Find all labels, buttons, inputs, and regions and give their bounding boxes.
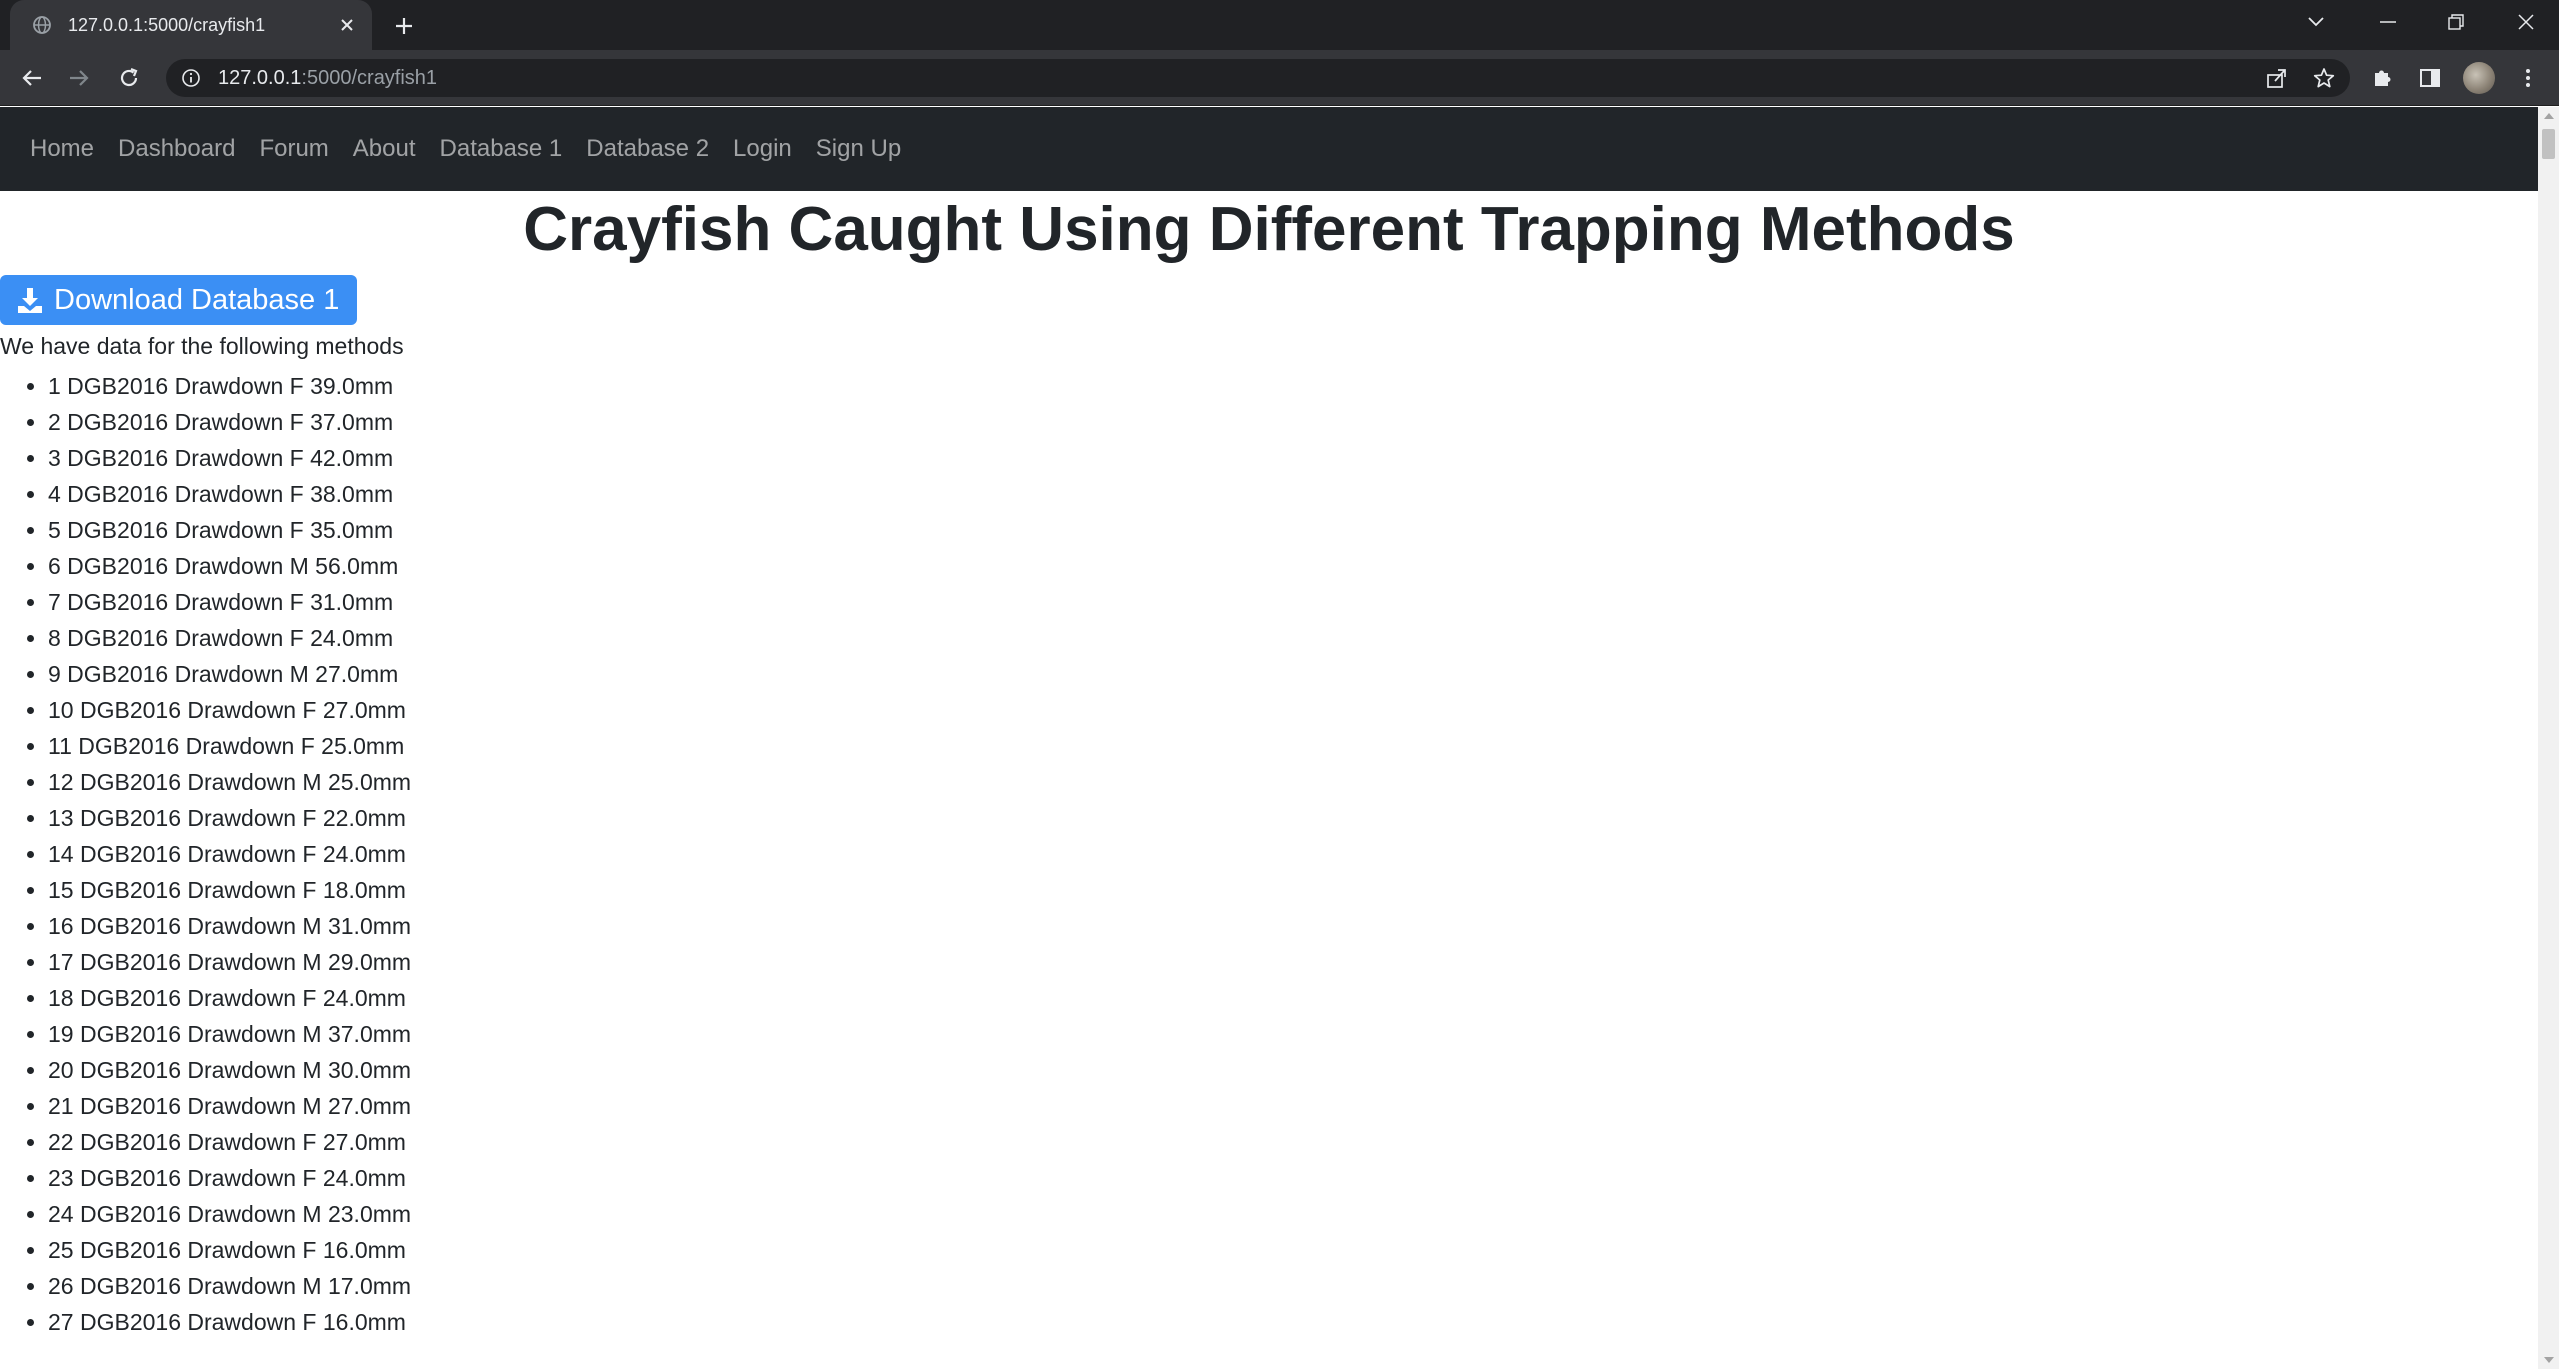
back-arrow-icon[interactable]: [15, 61, 49, 95]
list-item: 11 DGB2016 Drawdown F 25.0mm: [48, 728, 411, 764]
profile-avatar[interactable]: [2463, 62, 2495, 94]
share-icon[interactable]: [2260, 62, 2292, 94]
close-icon[interactable]: [334, 12, 360, 38]
list-item: 20 DGB2016 Drawdown M 30.0mm: [48, 1052, 411, 1088]
list-item: 12 DGB2016 Drawdown M 25.0mm: [48, 764, 411, 800]
tab-search-icon[interactable]: [2294, 6, 2338, 38]
page-scrollbar[interactable]: [2538, 107, 2559, 1369]
list-item: 2 DGB2016 Drawdown F 37.0mm: [48, 404, 411, 440]
plus-icon[interactable]: [388, 10, 420, 42]
list-item: 16 DGB2016 Drawdown M 31.0mm: [48, 908, 411, 944]
nav-login[interactable]: Login: [733, 135, 792, 163]
browser-tabstrip: 127.0.0.1:5000/crayfish1: [0, 0, 2559, 50]
star-icon[interactable]: [2308, 62, 2340, 94]
scroll-up-arrow-icon[interactable]: [2538, 107, 2559, 125]
download-button-label: Download Database 1: [54, 283, 340, 316]
restore-icon[interactable]: [2434, 6, 2478, 38]
nav-database-2[interactable]: Database 2: [586, 135, 709, 163]
nav-sign-up[interactable]: Sign Up: [816, 135, 901, 163]
nav-dashboard[interactable]: Dashboard: [118, 135, 235, 163]
globe-icon: [30, 13, 54, 37]
list-item: 18 DGB2016 Drawdown F 24.0mm: [48, 980, 411, 1016]
method-list: 1 DGB2016 Drawdown F 39.0mm2 DGB2016 Dra…: [48, 368, 411, 1340]
list-item: 15 DGB2016 Drawdown F 18.0mm: [48, 872, 411, 908]
list-item: 8 DGB2016 Drawdown F 24.0mm: [48, 620, 411, 656]
nav-forum[interactable]: Forum: [259, 135, 328, 163]
window-close-icon[interactable]: [2504, 6, 2548, 38]
list-item: 19 DGB2016 Drawdown M 37.0mm: [48, 1016, 411, 1052]
kebab-menu-icon[interactable]: [2512, 62, 2544, 94]
list-item: 10 DGB2016 Drawdown F 27.0mm: [48, 692, 411, 728]
list-item: 7 DGB2016 Drawdown F 31.0mm: [48, 584, 411, 620]
scroll-down-arrow-icon[interactable]: [2538, 1351, 2559, 1369]
address-bar[interactable]: 127.0.0.1:5000/crayfish1: [166, 59, 2350, 97]
list-item: 17 DGB2016 Drawdown M 29.0mm: [48, 944, 411, 980]
list-item: 3 DGB2016 Drawdown F 42.0mm: [48, 440, 411, 476]
download-database-button[interactable]: Download Database 1: [0, 275, 358, 325]
list-item: 1 DGB2016 Drawdown F 39.0mm: [48, 368, 411, 404]
forward-arrow-icon[interactable]: [62, 61, 96, 95]
site-navbar: Home Dashboard Forum About Database 1 Da…: [0, 107, 2538, 191]
nav-home[interactable]: Home: [30, 135, 94, 163]
nav-about[interactable]: About: [353, 135, 416, 163]
list-item: 24 DGB2016 Drawdown M 23.0mm: [48, 1196, 411, 1232]
reload-icon[interactable]: [112, 61, 146, 95]
list-item: 25 DGB2016 Drawdown F 16.0mm: [48, 1232, 411, 1268]
nav-database-1[interactable]: Database 1: [440, 135, 563, 163]
list-item: 27 DGB2016 Drawdown F 16.0mm: [48, 1304, 411, 1340]
url-text: 127.0.0.1:5000/crayfish1: [218, 67, 437, 90]
browser-toolbar: 127.0.0.1:5000/crayfish1: [0, 50, 2559, 106]
list-item: 9 DGB2016 Drawdown M 27.0mm: [48, 656, 411, 692]
page-viewport: Home Dashboard Forum About Database 1 Da…: [0, 107, 2538, 1369]
side-panel-icon[interactable]: [2414, 62, 2446, 94]
page-title: Crayfish Caught Using Different Trapping…: [523, 195, 2015, 264]
info-icon[interactable]: [176, 63, 206, 93]
list-item: 26 DGB2016 Drawdown M 17.0mm: [48, 1268, 411, 1304]
list-item: 23 DGB2016 Drawdown F 24.0mm: [48, 1160, 411, 1196]
url-host: 127.0.0.1: [218, 66, 302, 89]
tab-title: 127.0.0.1:5000/crayfish1: [68, 14, 266, 35]
browser-tab[interactable]: 127.0.0.1:5000/crayfish1: [10, 0, 372, 50]
puzzle-icon[interactable]: [2366, 62, 2398, 94]
intro-text: We have data for the following methods: [0, 333, 404, 359]
download-icon: [16, 285, 46, 315]
url-path: :5000/crayfish1: [301, 66, 438, 89]
list-item: 21 DGB2016 Drawdown M 27.0mm: [48, 1088, 411, 1124]
list-item: 13 DGB2016 Drawdown F 22.0mm: [48, 800, 411, 836]
list-item: 14 DGB2016 Drawdown F 24.0mm: [48, 836, 411, 872]
avatar: [2463, 62, 2495, 94]
list-item: 5 DGB2016 Drawdown F 35.0mm: [48, 512, 411, 548]
list-item: 4 DGB2016 Drawdown F 38.0mm: [48, 476, 411, 512]
minimize-icon[interactable]: [2366, 6, 2410, 38]
scrollbar-thumb[interactable]: [2542, 129, 2555, 159]
list-item: 6 DGB2016 Drawdown M 56.0mm: [48, 548, 411, 584]
list-item: 22 DGB2016 Drawdown F 27.0mm: [48, 1124, 411, 1160]
